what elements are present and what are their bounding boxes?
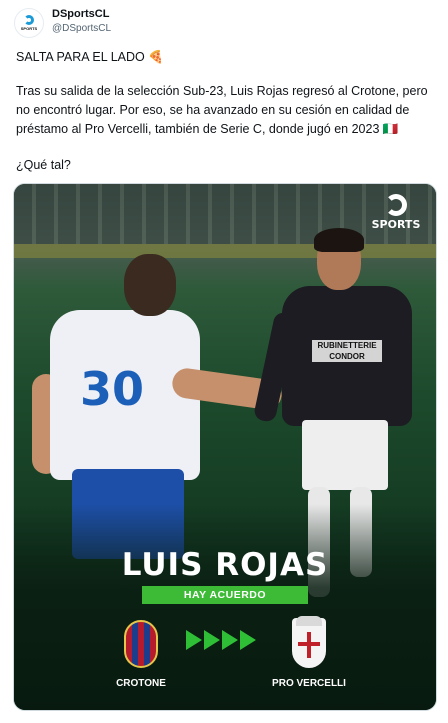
tweet-line-1: SALTA PARA EL LADO 🍕 bbox=[16, 50, 164, 64]
logo-text: SPORTS bbox=[371, 218, 421, 231]
avatar-text: SPORTS bbox=[20, 26, 38, 31]
author-handle[interactable]: @DSportsCL bbox=[52, 23, 111, 34]
club-from-label: CROTONE bbox=[116, 678, 166, 689]
author-avatar[interactable]: SPORTS bbox=[14, 8, 44, 38]
tweet-media-image[interactable]: 30 RUBINETTERIE CONDOR SPORTS LUIS ROJAS… bbox=[13, 183, 437, 711]
crotone-crest-icon bbox=[124, 620, 158, 668]
tweet-header: SPORTS DSportsCL @DSportsCL bbox=[0, 0, 448, 44]
agreement-badge: HAY ACUERDO bbox=[142, 586, 308, 604]
tweet-body: Tras su salida de la selección Sub-23, L… bbox=[16, 84, 428, 136]
author-name[interactable]: DSportsCL bbox=[52, 8, 109, 20]
pro-vercelli-crest-icon bbox=[292, 616, 326, 668]
dsports-d-icon bbox=[385, 194, 407, 216]
dsports-logo: SPORTS bbox=[368, 194, 424, 231]
player-hair bbox=[314, 228, 364, 252]
player-head bbox=[124, 254, 176, 316]
shirt-number: 30 bbox=[80, 362, 145, 416]
transfer-arrows-icon bbox=[186, 630, 256, 650]
crest-cross bbox=[298, 642, 320, 646]
tweet-question: ¿Qué tal? bbox=[16, 158, 71, 172]
player-shorts bbox=[302, 420, 388, 490]
arrow-right-icon bbox=[240, 630, 256, 650]
dsports-logo-icon bbox=[24, 15, 34, 25]
shirt-sponsor: RUBINETTERIE CONDOR bbox=[312, 340, 382, 362]
arrow-right-icon bbox=[186, 630, 202, 650]
bottom-gradient bbox=[14, 504, 436, 710]
arrow-right-icon bbox=[204, 630, 220, 650]
crest-crown bbox=[296, 616, 322, 626]
arrow-right-icon bbox=[222, 630, 238, 650]
club-to-label: PRO VERCELLI bbox=[272, 678, 346, 689]
player-name-headline: LUIS ROJAS bbox=[121, 547, 329, 583]
